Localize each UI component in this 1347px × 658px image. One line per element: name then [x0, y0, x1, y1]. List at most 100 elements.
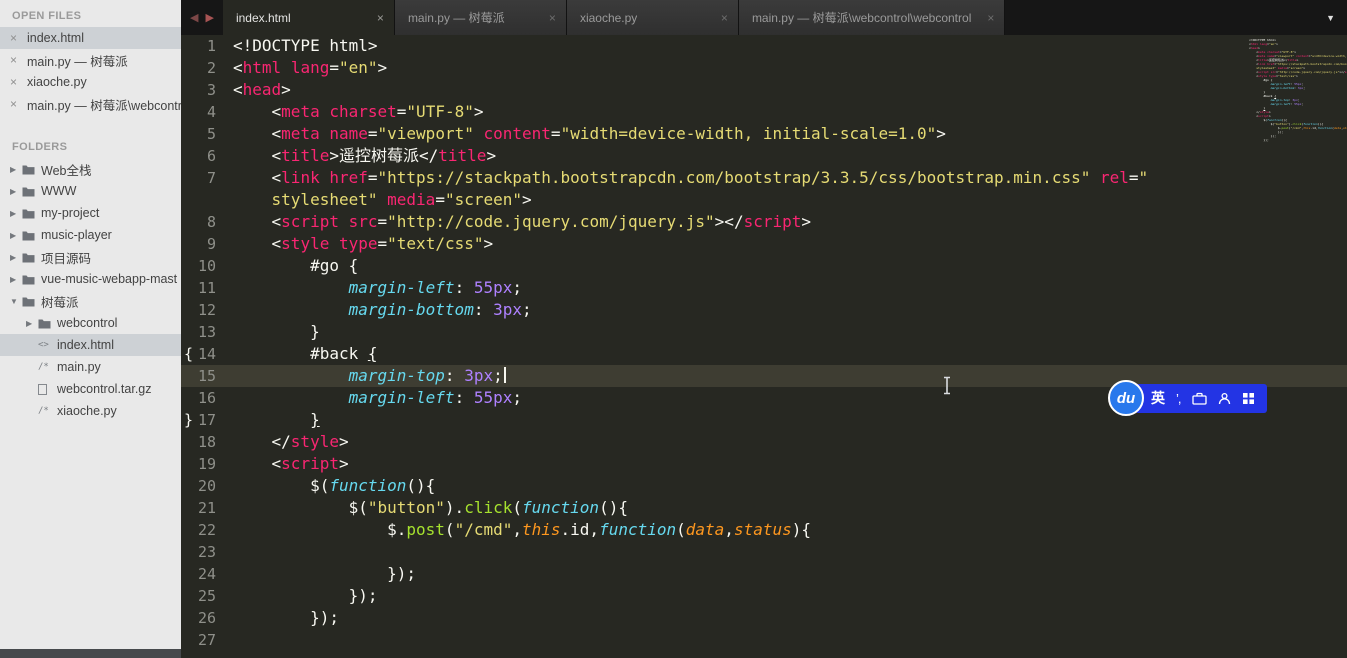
- chevron-right-icon[interactable]: ▶: [10, 275, 22, 284]
- minimap[interactable]: <!DOCTYPE html> <html lang="en"> <head> <m…: [1247, 35, 1347, 145]
- line-number[interactable]: 1: [181, 35, 233, 57]
- ime-language-toggle[interactable]: 英: [1151, 388, 1165, 408]
- file-item[interactable]: <> index.html: [0, 334, 181, 356]
- code-line-text[interactable]: margin-left: 55px;: [233, 387, 522, 409]
- tab-3[interactable]: main.py — 树莓派\webcontrol\webcontrol ×: [738, 0, 1006, 35]
- code-area[interactable]: 1 <!DOCTYPE html> 2 <html lang="en"> 3 <head>…: [181, 35, 1347, 651]
- line-number[interactable]: 13: [181, 321, 233, 343]
- file-item[interactable]: webcontrol.tar.gz: [0, 378, 181, 400]
- code-line-text[interactable]: $(function(){: [233, 475, 435, 497]
- code-line-text[interactable]: });: [233, 585, 378, 607]
- tab-2[interactable]: xiaoche.py ×: [566, 0, 739, 35]
- line-number[interactable]: 21: [181, 497, 233, 519]
- code-line-text[interactable]: }: [233, 409, 320, 431]
- line-number[interactable]: 22: [181, 519, 233, 541]
- tab-1[interactable]: main.py — 树莓派 ×: [394, 0, 567, 35]
- folder-item[interactable]: ▶ 项目源码: [0, 246, 181, 268]
- line-number[interactable]: 5: [181, 123, 233, 145]
- open-file-item[interactable]: × xiaoche.py: [0, 71, 181, 93]
- code-line-text[interactable]: margin-top: 3px;: [233, 365, 506, 387]
- code-line-text[interactable]: <style type="text/css">: [233, 233, 494, 255]
- file-item[interactable]: /* main.py: [0, 356, 181, 378]
- code-line-text[interactable]: <head>: [233, 79, 291, 101]
- code-line-text[interactable]: margin-bottom: 3px;: [233, 299, 532, 321]
- line-number[interactable]: 8: [181, 211, 233, 233]
- line-number[interactable]: 7: [181, 167, 233, 189]
- line-number[interactable]: 25: [181, 585, 233, 607]
- line-number[interactable]: 11: [181, 277, 233, 299]
- code-line-text[interactable]: <script src="http://code.jquery.com/jque…: [233, 211, 811, 233]
- code-line-text[interactable]: $.post("/cmd",this.id,function(data,stat…: [233, 519, 811, 541]
- line-number[interactable]: 9: [181, 233, 233, 255]
- line-number[interactable]: 27: [181, 629, 233, 651]
- folder-item[interactable]: ▶ music-player: [0, 224, 181, 246]
- sidebar-scrollbar[interactable]: [0, 649, 181, 658]
- code-line-text[interactable]: <title>遥控树莓派</title>: [233, 145, 497, 167]
- close-file-icon[interactable]: ×: [10, 31, 22, 45]
- code-line-text[interactable]: #back {: [233, 343, 377, 365]
- folder-item[interactable]: ▶ Web全栈: [0, 158, 181, 180]
- chevron-right-icon[interactable]: ▶: [10, 187, 22, 196]
- tab-list-dropdown-icon[interactable]: ▼: [1314, 13, 1347, 23]
- close-file-icon[interactable]: ×: [10, 97, 22, 111]
- code-line-text[interactable]: #go {: [233, 255, 358, 277]
- code-line-text[interactable]: margin-left: 55px;: [233, 277, 522, 299]
- tab-0[interactable]: index.html ×: [222, 0, 395, 35]
- scroll-tabs-right-icon[interactable]: ▶: [205, 11, 213, 24]
- open-file-item[interactable]: × main.py — 树莓派\webcontr: [0, 93, 181, 115]
- line-number[interactable]: 2: [181, 57, 233, 79]
- code-line-text[interactable]: <script>: [233, 453, 349, 475]
- code-line-text[interactable]: $("button").click(function(){: [233, 497, 628, 519]
- scroll-tabs-left-icon[interactable]: ◀: [190, 11, 198, 24]
- line-number[interactable]: 19: [181, 453, 233, 475]
- baidu-ime-toolbar[interactable]: du 英 ’,: [1108, 380, 1267, 416]
- baidu-ime-logo[interactable]: du: [1108, 380, 1144, 416]
- close-tab-icon[interactable]: ×: [549, 11, 556, 25]
- toolbox-icon[interactable]: [1191, 392, 1207, 405]
- line-number[interactable]: 12: [181, 299, 233, 321]
- line-number[interactable]: 26: [181, 607, 233, 629]
- line-number[interactable]: } 17: [181, 409, 233, 431]
- folder-item[interactable]: ▶ webcontrol: [0, 312, 181, 334]
- chevron-right-icon[interactable]: ▶: [10, 165, 22, 174]
- open-file-item[interactable]: × main.py — 树莓派: [0, 49, 181, 71]
- chevron-right-icon[interactable]: ▶: [10, 209, 22, 218]
- line-number[interactable]: 23: [181, 541, 233, 563]
- line-number[interactable]: 24: [181, 563, 233, 585]
- folder-item[interactable]: ▼ 树莓派: [0, 290, 181, 312]
- folder-item[interactable]: ▶ WWW: [0, 180, 181, 202]
- folder-item[interactable]: ▶ my-project: [0, 202, 181, 224]
- line-number[interactable]: 3: [181, 79, 233, 101]
- file-item[interactable]: /* xiaoche.py: [0, 400, 181, 422]
- close-tab-icon[interactable]: ×: [721, 11, 728, 25]
- close-tab-icon[interactable]: ×: [987, 11, 994, 25]
- code-line-text[interactable]: <html lang="en">: [233, 57, 387, 79]
- code-line-text[interactable]: stylesheet" media="screen">: [233, 189, 532, 211]
- code-editor[interactable]: 1 <!DOCTYPE html> 2 <html lang="en"> 3 <head>…: [181, 35, 1347, 658]
- line-number[interactable]: 15: [181, 365, 233, 387]
- grid-icon[interactable]: [1242, 392, 1255, 405]
- code-line-text[interactable]: }: [233, 321, 320, 343]
- line-number[interactable]: {14: [181, 343, 233, 365]
- code-line-text[interactable]: </style>: [233, 431, 349, 453]
- line-number[interactable]: 20: [181, 475, 233, 497]
- close-file-icon[interactable]: ×: [10, 75, 22, 89]
- chevron-right-icon[interactable]: ▶: [10, 231, 22, 240]
- line-number[interactable]: 18: [181, 431, 233, 453]
- chevron-right-icon[interactable]: ▶: [26, 319, 38, 328]
- line-number[interactable]: 10: [181, 255, 233, 277]
- line-number[interactable]: 6: [181, 145, 233, 167]
- code-line-text[interactable]: });: [233, 607, 339, 629]
- code-line-text[interactable]: <meta name="viewport" content="width=dev…: [233, 123, 946, 145]
- code-line-text[interactable]: <meta charset="UTF-8">: [233, 101, 484, 123]
- line-number[interactable]: [181, 189, 233, 211]
- chevron-right-icon[interactable]: ▶: [10, 253, 22, 262]
- ime-punctuation-toggle[interactable]: ’,: [1176, 391, 1181, 406]
- folder-item[interactable]: ▶ vue-music-webapp-mast: [0, 268, 181, 290]
- user-icon[interactable]: [1218, 392, 1231, 405]
- code-line-text[interactable]: });: [233, 563, 416, 585]
- close-file-icon[interactable]: ×: [10, 53, 22, 67]
- chevron-down-icon[interactable]: ▼: [10, 297, 22, 306]
- line-number[interactable]: 4: [181, 101, 233, 123]
- code-line-text[interactable]: <link href="https://stackpath.bootstrapc…: [233, 167, 1149, 189]
